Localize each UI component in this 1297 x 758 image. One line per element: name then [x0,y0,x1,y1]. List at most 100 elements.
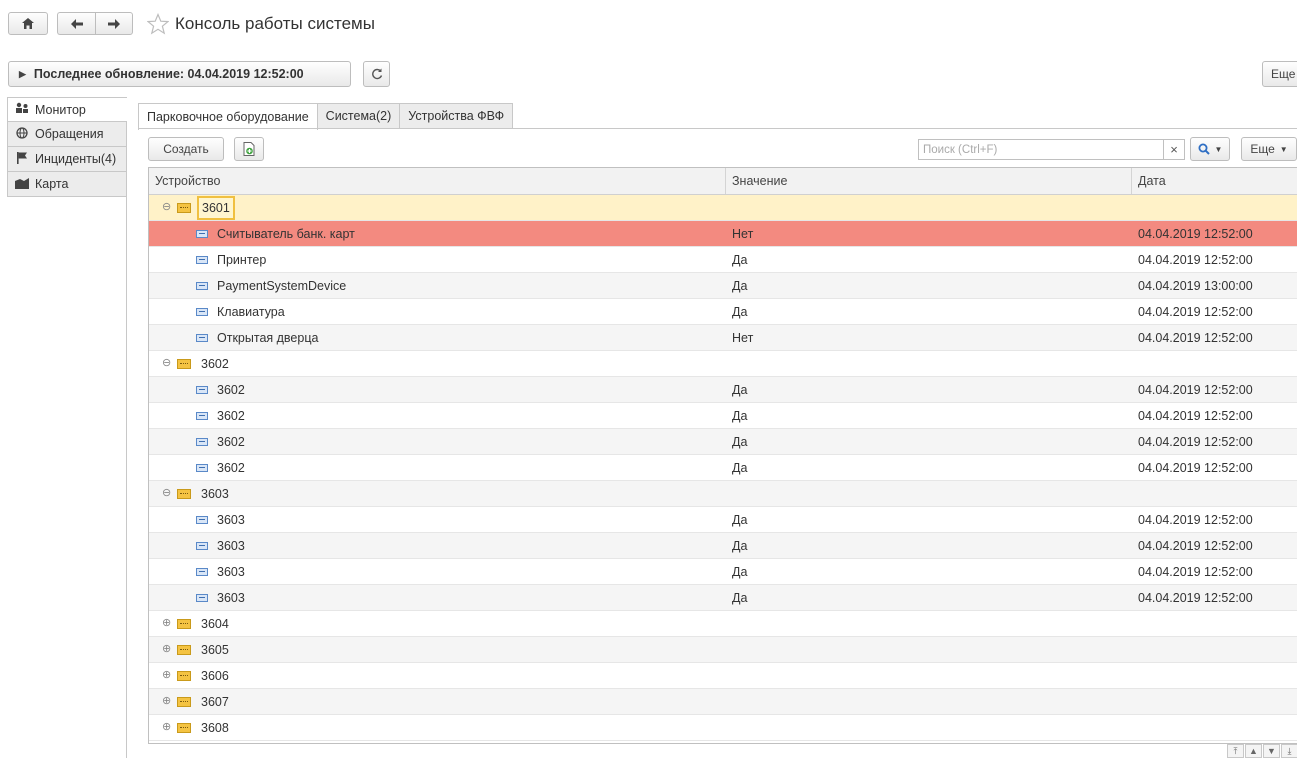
device-name: 3602 [217,461,245,475]
expand-icon[interactable]: ⊕ [162,668,171,681]
device-date: 04.04.2019 12:52:00 [1138,305,1253,319]
scroll-bottom-button[interactable]: ⤓ [1281,744,1297,758]
home-button[interactable] [8,12,48,35]
more-label-list: Еще [1250,142,1275,156]
scroll-down-button[interactable]: ▼ [1263,744,1280,758]
group-name: 3608 [201,721,229,735]
arrow-right-icon [108,18,120,29]
device-row[interactable]: 3603 Да 04.04.2019 12:52:00 [149,533,1297,559]
group-name: 3602 [201,357,229,371]
device-row[interactable]: 3603 Да 04.04.2019 12:52:00 [149,559,1297,585]
search-button[interactable]: ▼ [1190,137,1230,161]
device-value: Да [732,591,748,605]
device-row[interactable]: 3602 Да 04.04.2019 12:52:00 [149,429,1297,455]
device-name: 3602 [217,435,245,449]
device-row[interactable]: Клавиатура Да 04.04.2019 12:52:00 [149,299,1297,325]
device-row[interactable]: 3602 Да 04.04.2019 12:52:00 [149,403,1297,429]
device-row[interactable]: 3603 Да 04.04.2019 12:52:00 [149,585,1297,611]
expand-triangle-icon: ▶ [19,68,26,79]
device-name: PaymentSystemDevice [217,279,347,293]
device-value: Да [732,409,748,423]
more-button-top[interactable]: Еще [1262,61,1297,87]
folder-icon [177,671,191,681]
device-value: Нет [732,331,754,345]
device-date: 04.04.2019 12:52:00 [1138,331,1253,345]
chevron-down-icon: ▼ [1279,144,1288,154]
tab-system[interactable]: Система(2) [316,103,401,128]
clear-search-button[interactable]: × [1163,140,1184,159]
group-row[interactable]: ⊖ 3601 [149,195,1297,221]
sidebar-item-incidents[interactable]: Инциденты(4) [7,147,127,172]
forward-button[interactable] [95,12,133,35]
device-date: 04.04.2019 12:52:00 [1138,513,1253,527]
expand-icon[interactable]: ⊕ [162,642,171,655]
refresh-button[interactable] [363,61,390,87]
device-row[interactable]: Принтер Да 04.04.2019 12:52:00 [149,247,1297,273]
tab-underline [138,128,1297,129]
folder-icon [177,619,191,629]
tab-bar: Парковочное оборудование Система(2) Устр… [138,103,514,130]
device-date: 04.04.2019 12:52:00 [1138,539,1253,553]
tab-parking-equipment[interactable]: Парковочное оборудование [138,103,318,130]
sidebar-item-label: Обращения [35,127,104,141]
search-input[interactable]: Поиск (Ctrl+F) × [918,139,1185,160]
device-date: 04.04.2019 12:52:00 [1138,409,1253,423]
page-title: Консоль работы системы [175,14,375,33]
more-label-top: Еще [1271,67,1296,81]
group-name: 3601 [197,196,235,220]
flag-icon [14,151,30,167]
group-row[interactable]: ⊕ 3607 [149,689,1297,715]
tab-fvf-devices[interactable]: Устройства ФВФ [399,103,514,128]
device-row[interactable]: Считыватель банк. карт Нет 04.04.2019 12:5… [149,221,1297,247]
create-button[interactable]: Создать [148,137,224,161]
scroll-top-button[interactable]: ⤒ [1227,744,1244,758]
expand-icon[interactable]: ⊕ [162,616,171,629]
scroll-up-button[interactable]: ▲ [1245,744,1262,758]
add-document-button[interactable] [234,137,264,161]
folder-icon [177,359,191,369]
more-button-list[interactable]: Еще ▼ [1241,137,1297,161]
sidebar-item-map[interactable]: Карта [7,172,127,197]
back-button[interactable] [57,12,95,35]
collapse-icon[interactable]: ⊖ [162,356,171,369]
device-date: 04.04.2019 12:52:00 [1138,435,1253,449]
device-date: 04.04.2019 13:00:00 [1138,279,1253,293]
device-row[interactable]: PaymentSystemDevice Да 04.04.2019 13:00:00 [149,273,1297,299]
group-row[interactable]: ⊕ 3605 [149,637,1297,663]
collapse-icon[interactable]: ⊖ [162,486,171,499]
expand-icon[interactable]: ⊕ [162,694,171,707]
last-update-toggle[interactable]: ▶ Последнее обновление: 04.04.2019 12:52… [8,61,351,87]
device-icon [196,516,208,524]
group-row[interactable]: ⊕ 3606 [149,663,1297,689]
device-icon [196,412,208,420]
column-header-value[interactable]: Значение [732,174,787,188]
device-row[interactable]: 3603 Да 04.04.2019 12:52:00 [149,507,1297,533]
device-icon [196,256,208,264]
device-name: 3602 [217,383,245,397]
group-row[interactable]: ⊕ 3604 [149,611,1297,637]
column-header-device[interactable]: Устройство [155,174,220,188]
collapse-icon[interactable]: ⊖ [162,200,171,213]
table-header: Устройство Значение Дата [149,168,1297,195]
device-value: Да [732,435,748,449]
device-date: 04.04.2019 12:52:00 [1138,591,1253,605]
group-row[interactable]: ⊖ 3603 [149,481,1297,507]
device-row[interactable]: Открытая дверца Нет 04.04.2019 12:52:00 [149,325,1297,351]
device-date: 04.04.2019 12:52:00 [1138,461,1253,475]
column-header-date[interactable]: Дата [1138,174,1166,188]
expand-icon[interactable]: ⊕ [162,720,171,733]
group-row[interactable]: ⊖ 3602 [149,351,1297,377]
device-value: Да [732,565,748,579]
folder-icon [177,697,191,707]
device-date: 04.04.2019 12:52:00 [1138,253,1253,267]
star-outline-icon[interactable] [147,13,169,35]
create-label: Создать [163,142,209,156]
device-row[interactable]: 3602 Да 04.04.2019 12:52:00 [149,377,1297,403]
sidebar-item-monitor[interactable]: Монитор [7,97,127,122]
device-row[interactable]: 3602 Да 04.04.2019 12:52:00 [149,455,1297,481]
folder-icon [177,723,191,733]
group-row[interactable]: ⊕ 3608 [149,715,1297,741]
sidebar-item-requests[interactable]: Обращения [7,122,127,147]
device-icon [196,282,208,290]
device-value: Да [732,305,748,319]
